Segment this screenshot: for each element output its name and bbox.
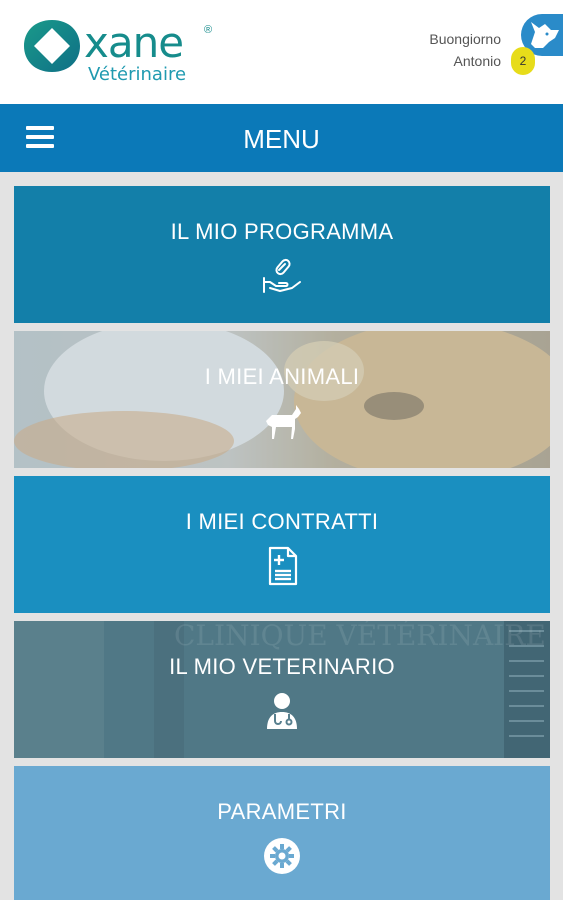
dog-icon [266,405,301,439]
app-header: xane ® Vétérinaire Buongiorno Antonio 2 [0,0,563,104]
notification-badge[interactable]: 2 [511,47,535,75]
greeting-line: Buongiorno [429,31,501,47]
tile-my-program[interactable]: IL MIO PROGRAMMA [14,186,550,323]
doctor-icon [267,693,297,729]
hand-pill-icon [263,258,301,293]
user-name: Antonio [453,53,501,69]
tile-label: IL MIO VETERINARIO [169,654,395,679]
user-greeting: Buongiorno Antonio [429,28,501,72]
tile-my-veterinarian[interactable]: CLINIQUE VÉTÉRINAIRE IL MIO VETERINARIO [14,621,550,758]
logo-registered: ® [204,24,213,36]
gear-icon [264,838,300,874]
tile-label: PARAMETRI [217,799,347,824]
menu-title: MENU [243,124,320,154]
oxane-logo: xane ® Vétérinaire [20,10,220,90]
tile-label: IL MIO PROGRAMMA [170,219,394,244]
logo-subtitle: Vétérinaire [88,64,187,85]
tile-label: I MIEI ANIMALI [204,364,360,389]
tile-my-animals[interactable]: I MIEI ANIMALI [14,331,550,468]
tile-settings[interactable]: PARAMETRI [14,766,550,900]
tile-my-contracts[interactable]: I MIEI CONTRATTI [14,476,550,613]
tile-label: I MIEI CONTRATTI [185,509,379,534]
logo-wordmark: xane [84,18,184,67]
menu-bar: MENU [0,104,563,172]
logo-mark-icon [24,20,80,72]
document-icon [268,546,298,586]
